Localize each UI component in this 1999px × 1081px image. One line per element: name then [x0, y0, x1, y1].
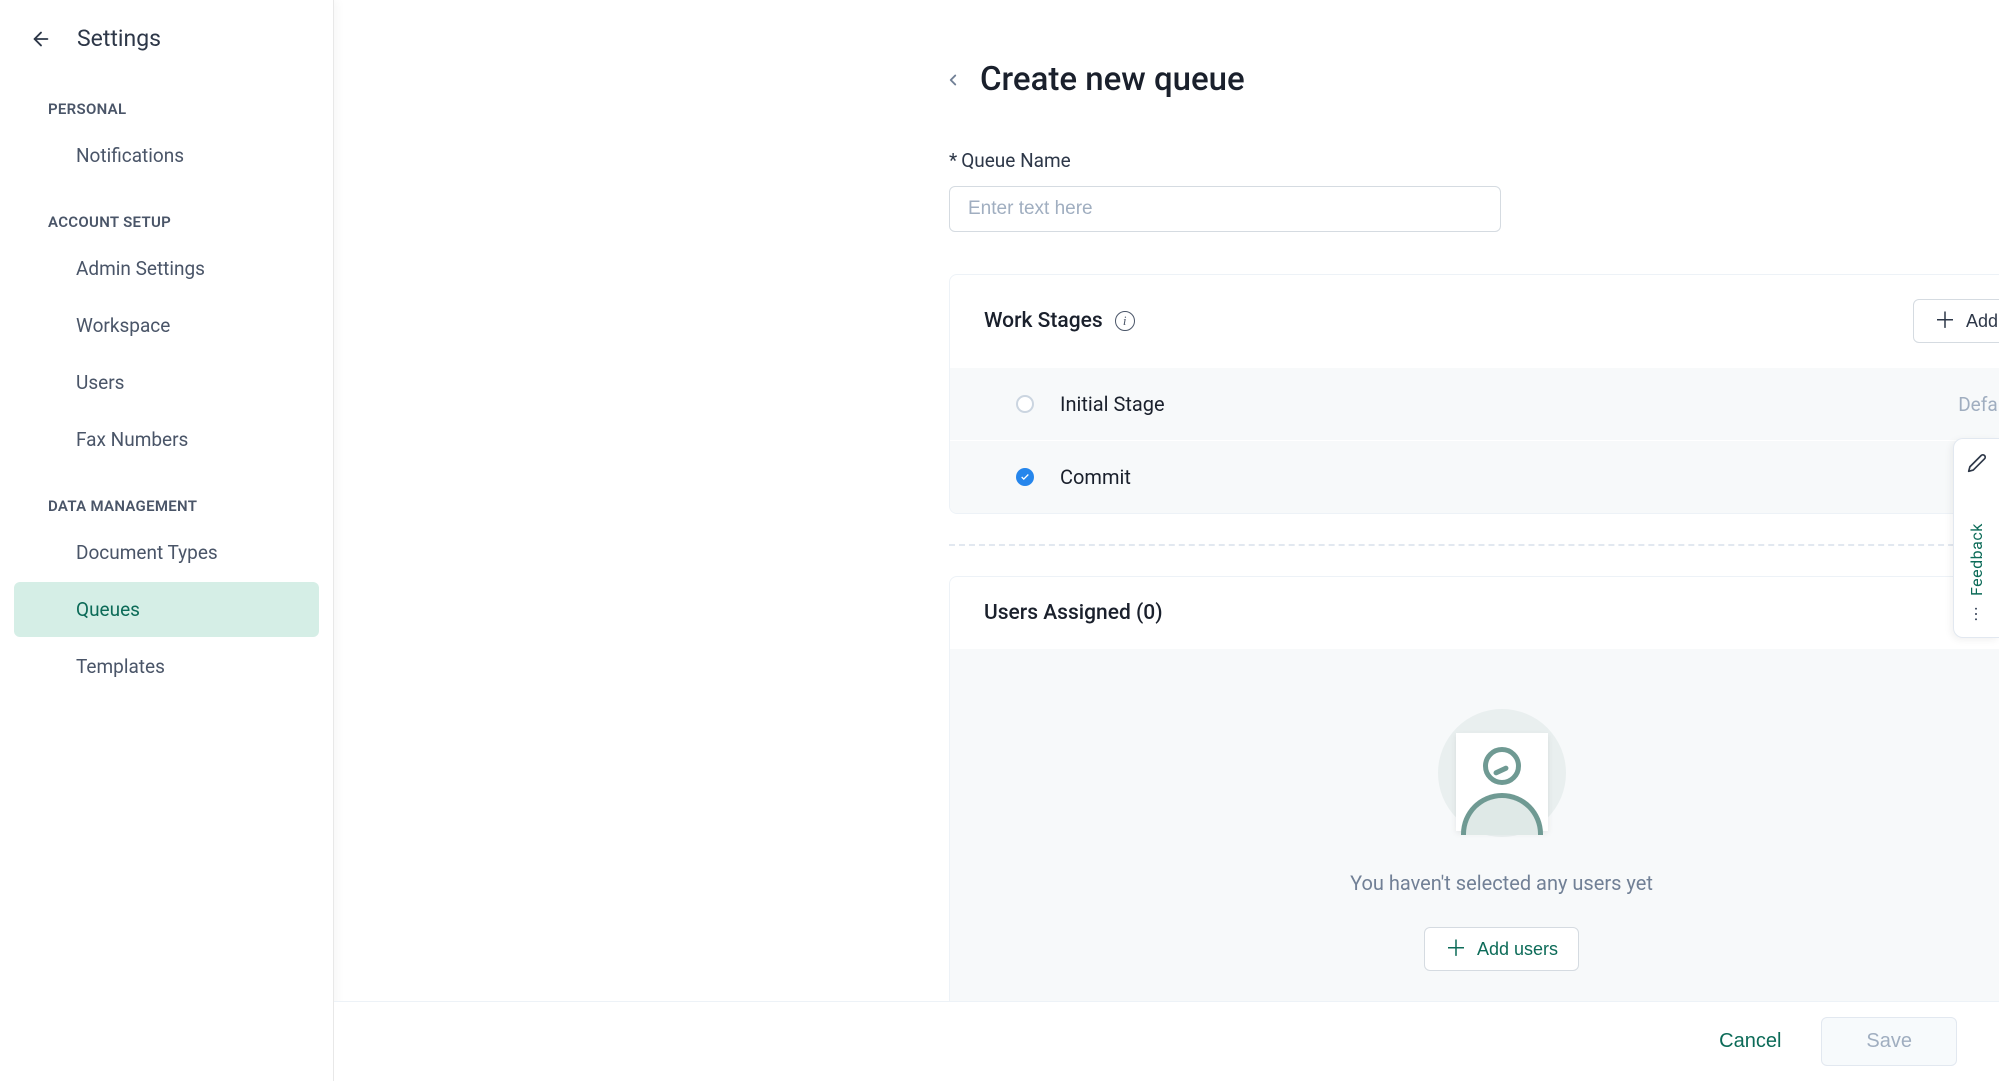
footer-bar: Cancel Save [334, 1001, 1999, 1081]
stage-row-commit[interactable]: Commit [950, 440, 1999, 513]
queue-name-label-text: Queue Name [961, 149, 1071, 172]
sidebar-item-workspace[interactable]: Workspace [14, 298, 319, 353]
empty-user-illustration-icon [1438, 709, 1566, 837]
add-users-button[interactable]: ＋ Add users [1424, 927, 1579, 971]
sidebar-item-notifications[interactable]: Notifications [14, 128, 319, 183]
section-label-account-setup: ACCOUNT SETUP [0, 185, 333, 239]
stage-indicator-check-icon [1016, 468, 1034, 486]
sidebar-header: Settings [0, 25, 333, 72]
users-empty-text: You haven't selected any users yet [1350, 871, 1653, 895]
users-assigned-header: Users Assigned (0) [950, 577, 1999, 649]
add-stage-label: Add [1966, 311, 1998, 332]
add-users-label: Add users [1477, 939, 1558, 960]
queue-name-input[interactable] [949, 186, 1501, 232]
sidebar-item-fax-numbers[interactable]: Fax Numbers [14, 412, 319, 467]
dashed-divider [949, 544, 1999, 546]
main-content: Create new queue *Queue Name Work Stages… [334, 0, 1999, 1001]
sidebar-item-users[interactable]: Users [14, 355, 319, 410]
stage-name: Commit [1060, 465, 1999, 489]
section-label-data-management: DATA MANAGEMENT [0, 469, 333, 523]
stage-row-initial[interactable]: Initial Stage Default [950, 367, 1999, 440]
sidebar-item-templates[interactable]: Templates [14, 639, 319, 694]
page-title: Create new queue [980, 60, 1245, 99]
users-empty-state: You haven't selected any users yet ＋ Add… [950, 649, 1999, 1001]
stage-list: Initial Stage Default Commit [950, 367, 1999, 513]
add-stage-button[interactable]: ＋ Add [1913, 299, 1999, 343]
more-dots-icon[interactable]: ⋯ [1967, 606, 1986, 623]
settings-sidebar: Settings PERSONAL Notifications ACCOUNT … [0, 0, 334, 1081]
required-marker: * [949, 149, 957, 172]
work-stages-title-wrap: Work Stages i [984, 309, 1135, 333]
feedback-tab[interactable]: Feedback ⋯ [1953, 438, 1999, 638]
queue-name-label: *Queue Name [949, 149, 1999, 172]
feedback-label: Feedback [1967, 487, 1986, 596]
plus-icon: ＋ [1934, 310, 1956, 332]
sidebar-item-admin-settings[interactable]: Admin Settings [14, 241, 319, 296]
section-label-personal: PERSONAL [0, 72, 333, 126]
form-area: *Queue Name Work Stages i ＋ Add Initial … [334, 119, 1999, 1001]
plus-icon: ＋ [1445, 938, 1467, 960]
stage-tag-default: Default [1958, 393, 1999, 416]
back-arrow-icon[interactable] [30, 28, 52, 50]
page-header: Create new queue [334, 0, 1999, 119]
page-back-chevron-icon[interactable] [944, 71, 962, 89]
stage-name: Initial Stage [1060, 392, 1958, 416]
users-assigned-title: Users Assigned (0) [984, 601, 1163, 625]
sidebar-item-queues[interactable]: Queues [14, 582, 319, 637]
work-stages-title: Work Stages [984, 309, 1103, 333]
work-stages-card: Work Stages i ＋ Add Initial Stage Defaul… [949, 274, 1999, 514]
info-icon[interactable]: i [1115, 311, 1135, 331]
save-button[interactable]: Save [1821, 1017, 1957, 1066]
pencil-icon [1967, 453, 1987, 473]
users-assigned-card: Users Assigned (0) You haven't selected … [949, 576, 1999, 1001]
sidebar-title: Settings [77, 25, 161, 52]
cancel-button[interactable]: Cancel [1719, 1030, 1781, 1053]
work-stages-header: Work Stages i ＋ Add [950, 275, 1999, 367]
stage-indicator-empty-icon [1016, 395, 1034, 413]
sidebar-item-document-types[interactable]: Document Types [14, 525, 319, 580]
